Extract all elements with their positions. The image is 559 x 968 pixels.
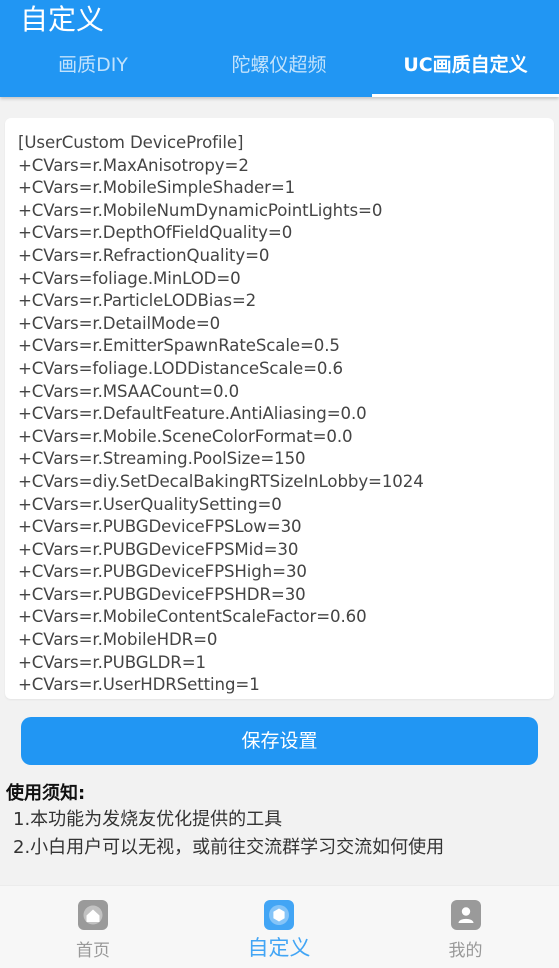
nav-item-home[interactable]: 首页	[0, 886, 186, 968]
tab-quality-diy[interactable]: 画质DIY	[0, 46, 186, 97]
customize-icon	[264, 900, 294, 930]
save-settings-button[interactable]: 保存设置	[21, 717, 538, 765]
nav-label: 我的	[448, 941, 483, 961]
tab-uc-quality-custom[interactable]: UC画质自定义	[372, 46, 559, 97]
config-line: +CVars=r.PUBGLDR=1	[18, 652, 206, 672]
config-line: +CVars=r.PUBGDeviceFPSLow=30	[18, 517, 302, 537]
config-line: +CVars=r.MobileNumDynamicPointLights=0	[18, 200, 383, 220]
config-line: +CVars=r.ParticleLODBias=2	[18, 291, 257, 311]
config-line: +CVars=r.DefaultFeature.AntiAliasing=0.0	[18, 404, 367, 424]
notice-title: 使用须知:	[6, 783, 86, 804]
config-line: +CVars=r.PUBGDeviceFPSHDR=30	[18, 584, 306, 604]
config-editor-card: [UserCustom DeviceProfile] +CVars=r.MaxAn…	[5, 118, 554, 699]
notice-item: 1.本功能为发烧友优化提供的工具	[13, 809, 283, 830]
config-line: +CVars=foliage.MinLOD=0	[18, 268, 241, 288]
notice-item: 2.小白用户可以无视，或前往交流群学习交流如何使用	[13, 837, 445, 858]
config-line: +CVars=r.MobileHDR=0	[18, 630, 218, 650]
config-line: +CVars=r.MSAACount=0.0	[18, 381, 240, 401]
nav-item-profile[interactable]: 我的	[372, 886, 559, 968]
config-text-area[interactable]: [UserCustom DeviceProfile] +CVars=r.MaxAn…	[5, 118, 554, 699]
config-line: +CVars=r.PUBGDeviceFPSHigh=30	[18, 562, 307, 582]
config-line: [UserCustom DeviceProfile]	[18, 133, 244, 152]
config-line: +CVars=r.MaxAnisotropy=2	[18, 155, 249, 175]
app-header: 自定义 画质DIY 陀螺仪超频 UC画质自定义	[0, 0, 559, 97]
home-icon	[78, 900, 108, 930]
config-line: +CVars=r.DetailMode=0	[18, 313, 221, 333]
active-tab-indicator	[372, 94, 559, 97]
config-line: +CVars=r.EmitterSpawnRateScale=0.5	[18, 336, 340, 356]
tab-bar: 画质DIY 陀螺仪超频 UC画质自定义	[0, 46, 559, 97]
profile-icon	[450, 900, 481, 930]
config-line: +CVars=r.Streaming.PoolSize=150	[18, 449, 306, 469]
page-title: 自定义	[20, 3, 105, 36]
config-line: +CVars=r.MobileContentScaleFactor=0.60	[18, 607, 367, 627]
nav-label: 自定义	[247, 936, 311, 960]
nav-label: 首页	[76, 941, 110, 961]
config-line: +CVars=r.PUBGDeviceFPSMid=30	[18, 539, 299, 559]
nav-item-customize[interactable]: 自定义	[186, 886, 372, 968]
config-line: +CVars=diy.SetDecalBakingRTSizeInLobby=1…	[18, 471, 424, 491]
config-line: +CVars=r.DepthOfFieldQuality=0	[18, 223, 293, 243]
usage-notice: 使用须知: 1.本功能为发烧友优化提供的工具 2.小白用户可以无视，或前往交流群…	[6, 782, 554, 862]
config-line: +CVars=r.MobileSimpleShader=1	[18, 178, 296, 198]
config-line: +CVars=r.Mobile.SceneColorFormat=0.0	[18, 426, 353, 446]
config-line: +CVars=r.UserQualitySetting=0	[18, 494, 282, 514]
bottom-navigation: 首页 自定义 我的	[0, 885, 559, 968]
tab-gyroscope-overclock[interactable]: 陀螺仪超频	[186, 46, 372, 97]
config-line: +CVars=r.UserHDRSetting=1	[18, 675, 260, 695]
config-line: +CVars=foliage.LODDistanceScale=0.6	[18, 358, 343, 378]
config-line: +CVars=r.RefractionQuality=0	[18, 245, 270, 265]
